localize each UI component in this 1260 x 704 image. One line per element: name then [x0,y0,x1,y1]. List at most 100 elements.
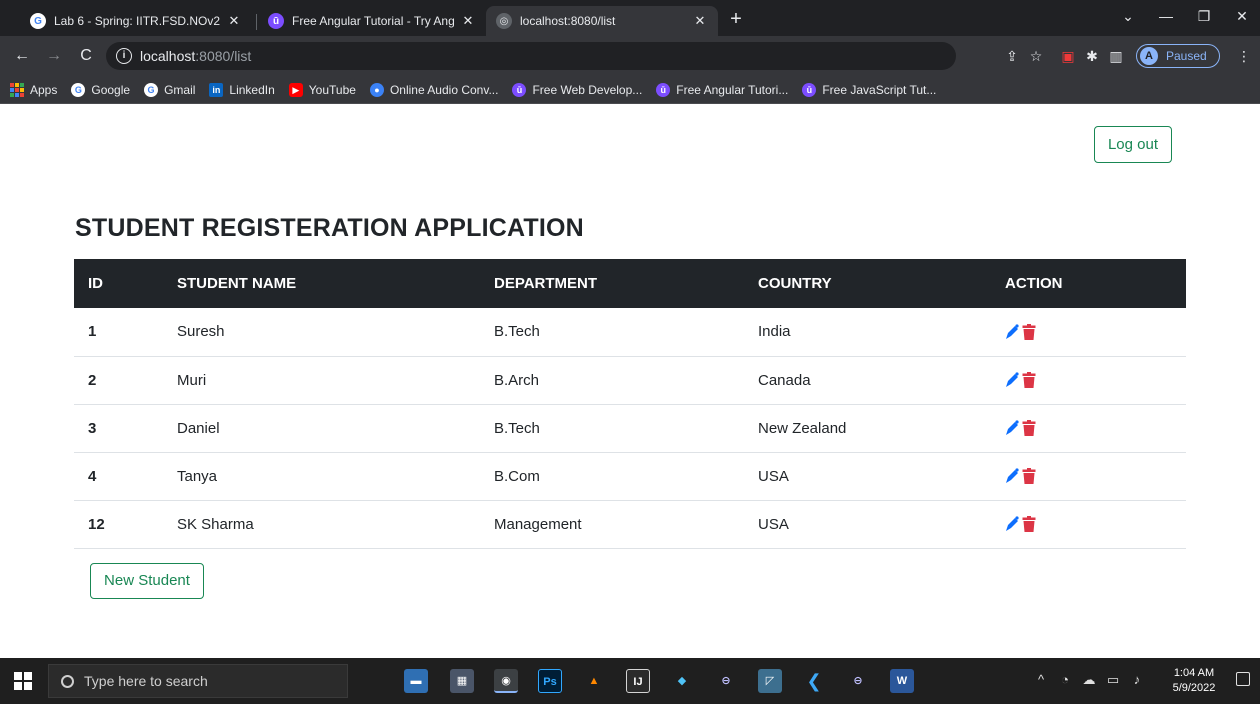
table-row: 12 SK Sharma Management USA [74,500,1186,549]
cell-action [991,404,1186,453]
action-icons [1005,516,1186,532]
clock-date: 5/9/2022 [1172,682,1216,694]
tutorial-site-icon: ū [802,82,817,97]
bookmark-label: YouTube [308,82,356,97]
column-header-country: COUNTRY [744,259,991,308]
sourcetree-icon[interactable]: ◆ [670,669,694,693]
delete-trash-icon[interactable] [1022,323,1036,340]
tab-title: localhost:8080/list [520,14,616,28]
bookmark-online-audio[interactable]: ● Online Audio Conv... [369,82,498,97]
linkedin-icon: in [209,82,224,97]
delete-trash-icon[interactable] [1022,372,1036,388]
tab-localhost-list[interactable]: ◎ localhost:8080/list ✕ [486,6,718,36]
edit-pen-icon[interactable] [1005,420,1019,436]
system-clock[interactable]: 1:04 AM 5/9/2022 [1166,666,1222,696]
cell-id: 12 [74,500,163,549]
table-row: 2 Muri B.Arch Canada [74,356,1186,405]
audio-converter-icon: ● [369,82,384,97]
bookmark-google[interactable]: G Google [71,82,130,97]
forward-button[interactable]: → [42,44,66,68]
bookmark-label: Free Angular Tutori... [676,82,789,97]
edit-pen-icon[interactable] [1005,324,1019,340]
battery-icon[interactable]: ▭ [1104,672,1122,688]
chrome-icon[interactable]: ◉ [494,669,518,693]
microsoft-store-icon[interactable]: ▦ [450,669,474,693]
close-icon[interactable]: ✕ [226,13,242,29]
window-close-button[interactable]: ✕ [1230,8,1254,25]
intellij-icon[interactable]: IJ [626,669,650,693]
eclipse-icon[interactable]: ⊖ [846,669,870,693]
new-tab-button[interactable]: + [724,8,748,32]
logout-button[interactable]: Log out [1094,126,1172,163]
restore-button[interactable]: ❐ [1192,8,1216,25]
edit-pen-icon[interactable] [1005,372,1019,388]
tab-title: Lab 6 - Spring: IITR.FSD.NOv21 B [54,14,220,28]
vscode-icon[interactable]: ❮ [802,669,826,693]
bookmark-star-icon[interactable]: ☆ [1026,46,1046,66]
profile-button[interactable]: A Paused [1136,44,1220,68]
students-table: ID STUDENT NAME DEPARTMENT COUNTRY ACTIO… [74,259,1186,549]
reload-button[interactable]: C [74,44,98,68]
cell-student-name: SK Sharma [163,500,480,549]
cell-id: 2 [74,356,163,405]
cell-country: New Zealand [744,404,991,453]
extensions-puzzle-icon[interactable]: ✱ [1082,46,1102,66]
taskbar-search-box[interactable]: Type here to search [48,664,348,698]
table-row: 4 Tanya B.Com USA [74,452,1186,501]
file-explorer-icon[interactable]: ▬ [404,669,428,693]
column-header-action: ACTION [991,259,1186,308]
site-info-icon[interactable]: i [116,48,132,64]
onedrive-icon[interactable]: ☁ [1080,672,1098,688]
cell-action [991,500,1186,549]
bookmark-label: Apps [30,82,58,97]
bookmark-free-javascript[interactable]: ū Free JavaScript Tut... [802,82,936,97]
bookmark-apps[interactable]: Apps [10,82,58,97]
close-icon[interactable]: ✕ [460,13,476,29]
eclipse-icon[interactable]: ⊖ [714,669,738,693]
delete-trash-icon[interactable] [1022,516,1036,532]
volume-icon[interactable]: ♪ [1128,672,1146,687]
word-icon[interactable]: W [890,669,914,693]
chevron-up-icon[interactable]: ^ [1032,672,1050,687]
bookmark-free-angular[interactable]: ū Free Angular Tutori... [656,82,789,97]
tab-title: Free Angular Tutorial - Try Angul [292,14,454,28]
share-icon[interactable]: ⇪ [1002,46,1022,66]
cell-action [991,356,1186,405]
new-student-button[interactable]: New Student [90,563,204,599]
close-icon[interactable]: ✕ [692,13,708,29]
windows-start-icon[interactable] [14,672,32,690]
network-icon[interactable]: ◔ [1056,672,1074,687]
cell-department: B.Tech [480,308,744,357]
notification-icon[interactable] [1236,672,1250,686]
pocket-extension-icon[interactable]: ▣ [1058,46,1078,66]
photoshop-icon[interactable]: Ps [538,669,562,693]
minimize-button[interactable]: — [1154,8,1178,24]
bookmark-linkedin[interactable]: in LinkedIn [209,82,275,97]
menu-kebab-icon[interactable]: ⋮ [1234,46,1254,66]
edit-pen-icon[interactable] [1005,516,1019,532]
url-host: localhost [140,48,196,64]
back-button[interactable]: ← [10,44,34,68]
bookmark-youtube[interactable]: ▶ YouTube [288,82,356,97]
profile-status: Paused [1166,49,1207,63]
vlc-icon[interactable]: ▲ [582,669,606,693]
tab-search-chevron-icon[interactable]: ⌄ [1116,8,1140,25]
bookmark-free-web-develop[interactable]: ū Free Web Develop... [512,82,643,97]
tab-lab6[interactable]: G Lab 6 - Spring: IITR.FSD.NOv21 B ✕ [20,6,252,36]
browser-tab-bar: G Lab 6 - Spring: IITR.FSD.NOv21 B ✕ ū F… [0,0,1260,36]
cell-student-name: Suresh [163,308,480,357]
delete-trash-icon[interactable] [1022,468,1036,484]
column-header-id: ID [74,259,163,308]
address-bar[interactable]: i localhost:8080/list [106,42,956,70]
delete-trash-icon[interactable] [1022,420,1036,436]
side-panel-icon[interactable]: ▥ [1106,46,1126,66]
mysql-workbench-icon[interactable]: ◸ [758,669,782,693]
google-icon: G [71,82,86,97]
bookmark-gmail[interactable]: G Gmail [144,82,196,97]
tab-angular-tutorial[interactable]: ū Free Angular Tutorial - Try Angul ✕ [258,6,486,36]
avatar: A [1140,47,1158,65]
cell-action [991,308,1186,357]
bookmark-label: Gmail [164,82,196,97]
bookmark-label: Free Web Develop... [532,82,643,97]
edit-pen-icon[interactable] [1005,468,1019,484]
